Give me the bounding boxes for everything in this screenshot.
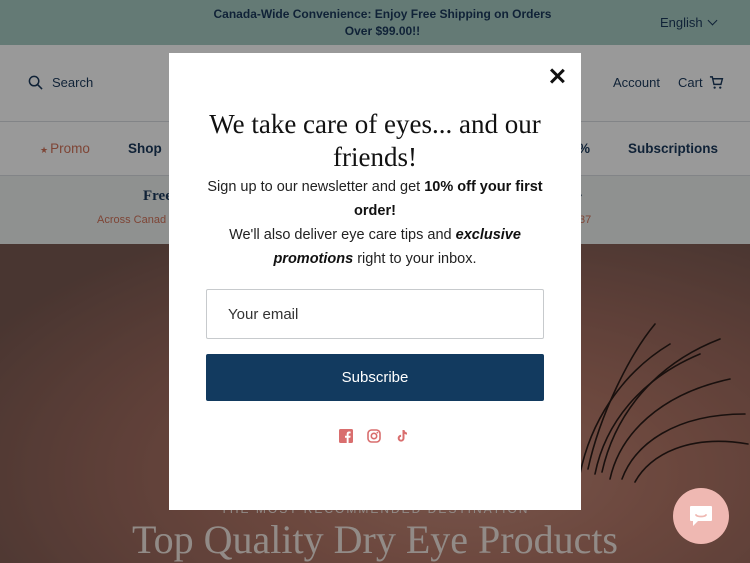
chat-icon xyxy=(690,506,712,526)
offer-text: Sign up to our newsletter and get xyxy=(207,179,425,195)
social-links xyxy=(339,429,409,443)
instagram-icon[interactable] xyxy=(367,429,381,443)
modal-title: We take care of eyes... and our friends! xyxy=(209,109,541,172)
subscribe-button[interactable]: Subscribe xyxy=(206,354,544,401)
email-field[interactable] xyxy=(206,289,544,339)
facebook-icon[interactable] xyxy=(339,429,353,443)
newsletter-modal: We take care of eyes... and our friends!… xyxy=(169,53,581,510)
modal-description: Sign up to our newsletter and get 10% of… xyxy=(199,175,551,271)
tiktok-icon[interactable] xyxy=(395,429,409,443)
chat-button[interactable] xyxy=(673,488,729,544)
close-icon[interactable] xyxy=(547,66,567,86)
tips-text: We'll also deliver eye care tips and xyxy=(229,227,456,243)
inbox-text: right to your inbox. xyxy=(353,251,477,267)
